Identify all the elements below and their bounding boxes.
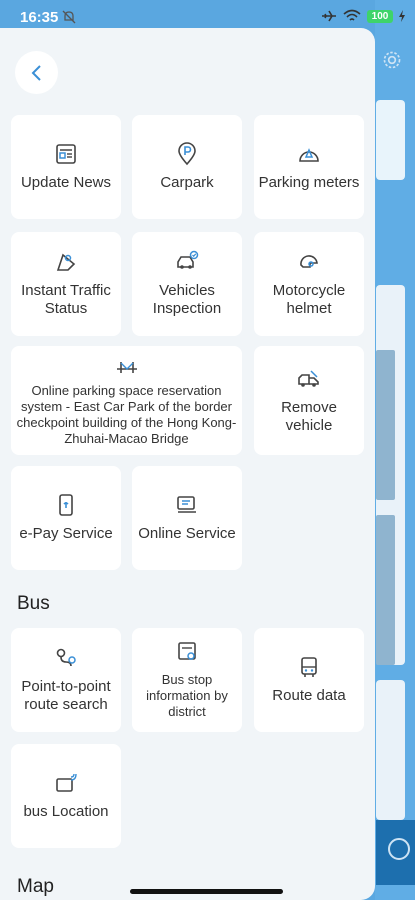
background-card — [376, 100, 405, 180]
tile-update-news[interactable]: Update News — [11, 115, 121, 219]
gear-icon[interactable] — [382, 50, 402, 70]
map-section-title: Map — [17, 876, 54, 897]
bus-stop-icon — [178, 642, 196, 660]
mute-icon — [62, 10, 76, 24]
tile-parking-meters[interactable]: Parking meters — [254, 115, 364, 219]
bus-location-icon — [56, 773, 77, 792]
epay-icon — [59, 494, 73, 516]
home-indicator[interactable] — [130, 889, 283, 894]
tow-truck-icon — [298, 369, 319, 387]
status-icons: 100 — [321, 9, 405, 23]
tile-label: Remove vehicle — [281, 398, 337, 434]
traffic-icon — [56, 253, 76, 271]
tile-route-data[interactable]: Route data — [254, 628, 364, 732]
tile-label: bus Location — [23, 803, 109, 820]
status-time: 16:35 — [20, 9, 59, 26]
battery-level: 100 — [371, 10, 389, 22]
tile-instant-traffic[interactable]: Instant Traffic Status — [11, 232, 121, 336]
route-search-icon — [56, 648, 76, 667]
status-bar: 16:35 100 — [0, 0, 415, 34]
parking-meter-icon — [299, 148, 319, 162]
tile-remove-vehicle[interactable]: Remove vehicle — [254, 346, 364, 455]
tile-label: Bus stop information by district — [146, 672, 228, 719]
bridge-icon — [116, 361, 137, 373]
chevron-left-icon — [31, 64, 41, 81]
vehicle-inspection-icon — [177, 250, 199, 269]
tile-label: e-Pay Service — [19, 525, 113, 542]
back-button[interactable] — [15, 51, 58, 94]
bus-section-title: Bus — [17, 593, 50, 614]
tile-bus-location[interactable]: bus Location — [11, 744, 121, 848]
battery-icon: 100 — [367, 9, 393, 23]
tile-label: Online Service — [138, 525, 236, 542]
tile-label: Online parking space reservation system … — [16, 382, 237, 446]
background-card — [376, 680, 405, 820]
parking-icon — [178, 142, 196, 166]
tile-label: Update News — [20, 174, 112, 191]
airplane-icon — [322, 10, 336, 22]
chevron-up-icon[interactable] — [388, 838, 410, 860]
side-drawer: Update News Carpark Parking meters Insta… — [0, 28, 375, 900]
tile-carpark[interactable]: Carpark — [132, 115, 242, 219]
tile-bus-stop-info[interactable]: Bus stop information by district — [132, 628, 242, 732]
tile-label: Point-to-point route search — [21, 678, 111, 713]
tile-label: Route data — [272, 687, 346, 704]
tile-label: Motorcycle helmet — [272, 282, 346, 317]
background-photo — [376, 515, 395, 665]
tile-motorcycle-helmet[interactable]: Motorcycle helmet — [254, 232, 364, 336]
wifi-icon — [343, 9, 361, 21]
charging-icon — [399, 10, 405, 22]
tile-parking-reservation[interactable]: Online parking space reservation system … — [11, 346, 242, 455]
tile-vehicles-inspection[interactable]: Vehicles Inspection — [132, 232, 242, 336]
helmet-icon — [300, 255, 318, 268]
tile-label: Carpark — [160, 174, 214, 191]
background-photo — [376, 350, 395, 500]
tile-label: Instant Traffic Status — [21, 282, 111, 317]
tile-label: Parking meters — [258, 174, 360, 191]
bus-icon — [301, 657, 317, 677]
online-service-icon — [177, 496, 196, 513]
news-icon — [56, 144, 76, 164]
tile-epay-service[interactable]: e-Pay Service — [11, 466, 121, 570]
tile-point-to-point[interactable]: Point-to-point route search — [11, 628, 121, 732]
tile-label: Vehicles Inspection — [152, 282, 222, 317]
tile-online-service[interactable]: Online Service — [132, 466, 242, 570]
